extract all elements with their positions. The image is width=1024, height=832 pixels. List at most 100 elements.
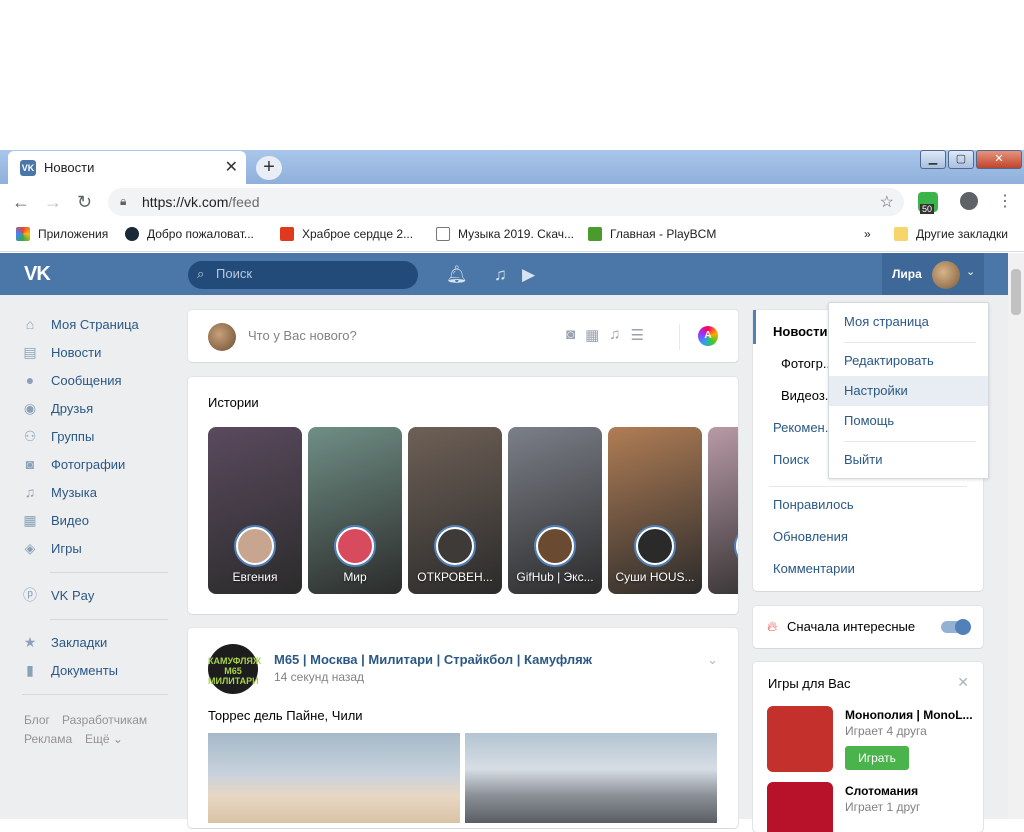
story-item[interactable]: Евгения bbox=[208, 427, 302, 594]
close-icon[interactable]: ✕ bbox=[957, 674, 969, 691]
playbcm-icon bbox=[588, 227, 602, 241]
menu-item-logout[interactable]: Выйти bbox=[829, 445, 988, 475]
post-image[interactable] bbox=[208, 733, 460, 823]
story-item[interactable]: ОТКРОВЕН... bbox=[408, 427, 502, 594]
friends-icon: ◉ bbox=[23, 400, 37, 416]
url-path: /feed bbox=[228, 194, 260, 210]
post-composer[interactable]: Что у Вас нового? ◙ ▦ ♫ ☰ A bbox=[188, 310, 738, 362]
tab-close-icon[interactable]: ✕ bbox=[225, 157, 238, 177]
menu-item-edit[interactable]: Редактировать bbox=[829, 346, 988, 376]
play-button[interactable]: Играть bbox=[845, 746, 909, 770]
browser-tab[interactable]: VK Новости ✕ bbox=[8, 151, 246, 184]
close-window-button[interactable]: ✕ bbox=[976, 150, 1022, 169]
bookmark-playbcm[interactable]: Главная - PlayBCM bbox=[588, 227, 716, 241]
browser-menu-icon[interactable]: ⋮ bbox=[997, 191, 1013, 211]
account-icon[interactable] bbox=[960, 192, 978, 210]
menu-item-my-page[interactable]: Моя страница bbox=[829, 307, 988, 337]
interesting-first-label: Сначала интересные bbox=[787, 619, 916, 634]
post-image[interactable] bbox=[465, 733, 717, 823]
menu-item-help[interactable]: Помощь bbox=[829, 406, 988, 436]
game-friends: Играет 1 друг bbox=[845, 800, 921, 814]
address-bar[interactable]: 🔒︎ https://vk.com/feed ☆ bbox=[108, 188, 904, 216]
sidebar-item-documents[interactable]: ▮ Документы bbox=[22, 662, 118, 678]
notifications-bell-icon[interactable]: 🔔︎ bbox=[446, 265, 468, 285]
bookmark-star-icon[interactable]: ☆ bbox=[880, 192, 894, 212]
user-menu-toggle[interactable]: Лира ⌄ bbox=[882, 253, 984, 295]
story-avatar bbox=[734, 525, 738, 567]
story-item[interactable]: Псих bbox=[708, 427, 738, 594]
video-icon[interactable]: ▦ bbox=[585, 326, 599, 344]
game-name[interactable]: Слотомания bbox=[845, 784, 918, 798]
play-icon[interactable]: ▶ bbox=[522, 265, 535, 285]
sidebar-item-games[interactable]: ◈ Игры bbox=[22, 540, 82, 556]
sidebar-item-vkpay[interactable]: ⓟ VK Pay bbox=[22, 587, 94, 603]
filter-comments[interactable]: Комментарии bbox=[773, 561, 855, 576]
sidebar-item-video[interactable]: ▦ Видео bbox=[22, 512, 89, 528]
story-item[interactable]: Суши HOUS... bbox=[608, 427, 702, 594]
filter-liked[interactable]: Понравилось bbox=[773, 497, 854, 512]
post-menu-chevron-icon[interactable]: ⌄ bbox=[707, 652, 718, 668]
interesting-first-toggle[interactable] bbox=[941, 619, 971, 635]
sidebar-item-my-page[interactable]: ⌂ Моя Страница bbox=[22, 316, 139, 332]
new-tab-button[interactable]: + bbox=[256, 156, 282, 180]
bookmark-music[interactable]: Музыка 2019. Скач... bbox=[436, 227, 574, 241]
footer-ads-link[interactable]: Реклама bbox=[24, 732, 72, 746]
story-camera-icon[interactable]: A bbox=[698, 326, 718, 346]
filter-search[interactable]: Поиск bbox=[773, 452, 809, 467]
post-author-avatar[interactable]: КАМУФЛЯЖ М65 МИЛИТАРИ bbox=[208, 644, 261, 694]
sidebar-item-bookmarks[interactable]: ★ Закладки bbox=[22, 634, 108, 650]
more-bookmarks-button[interactable]: » bbox=[864, 227, 871, 241]
user-dropdown-menu: Моя страница Редактировать Настройки Пом… bbox=[828, 302, 989, 479]
scrollbar[interactable] bbox=[1008, 253, 1024, 819]
sidebar-item-messages[interactable]: ● Сообщения bbox=[22, 372, 122, 388]
filter-news[interactable]: Новости bbox=[773, 324, 828, 339]
story-item[interactable]: Мир bbox=[308, 427, 402, 594]
bookmark-braveheart[interactable]: Храброе сердце 2... bbox=[280, 227, 413, 241]
game-name[interactable]: Монополия | MonoL... bbox=[845, 708, 973, 722]
post-text: Торрес дель Пайне, Чили bbox=[208, 708, 363, 723]
footer-more-link[interactable]: Ещё ⌄ bbox=[85, 732, 123, 746]
game-friends: Играет 4 друга bbox=[845, 724, 927, 738]
extension-badge: 50 bbox=[920, 204, 935, 214]
filter-photos[interactable]: Фотогр... bbox=[781, 356, 834, 371]
bookmark-steam[interactable]: Добро пожаловат... bbox=[125, 227, 254, 241]
other-bookmarks[interactable]: Другие закладки bbox=[894, 227, 1008, 241]
menu-item-settings[interactable]: Настройки bbox=[829, 376, 988, 406]
sidebar-item-friends[interactable]: ◉ Друзья bbox=[22, 400, 93, 416]
music-note-icon[interactable]: ♫ bbox=[494, 265, 507, 285]
sidebar-item-news[interactable]: ▤ Новости bbox=[22, 344, 101, 360]
music-icon[interactable]: ♫ bbox=[609, 326, 620, 344]
extension-shield-icon[interactable]: 50 bbox=[918, 192, 938, 214]
sidebar-item-groups[interactable]: ⚇ Группы bbox=[22, 428, 95, 444]
filter-updates[interactable]: Обновления bbox=[773, 529, 848, 544]
filter-recommendations[interactable]: Рекомен... bbox=[773, 420, 836, 435]
game-thumbnail[interactable] bbox=[767, 782, 833, 832]
vkpay-icon: ⓟ bbox=[23, 587, 37, 603]
maximize-button[interactable]: ▢ bbox=[948, 150, 974, 169]
search-box[interactable]: ⌕ bbox=[188, 261, 418, 289]
composer-placeholder[interactable]: Что у Вас нового? bbox=[248, 328, 357, 343]
scrollbar-thumb[interactable] bbox=[1011, 269, 1021, 315]
bookmark-apps[interactable]: Приложения bbox=[16, 227, 108, 241]
game-thumbnail[interactable] bbox=[767, 706, 833, 772]
minimize-button[interactable]: ▁ bbox=[920, 150, 946, 169]
reload-icon[interactable]: ↻ bbox=[77, 192, 92, 213]
apps-grid-icon bbox=[16, 227, 30, 241]
footer-blog-link[interactable]: Блог bbox=[24, 713, 50, 727]
camera-icon[interactable]: ◙ bbox=[566, 326, 575, 344]
story-item[interactable]: GifHub | Экс... bbox=[508, 427, 602, 594]
post-time[interactable]: 14 секунд назад bbox=[274, 670, 364, 684]
sidebar-item-photos[interactable]: ◙ Фотографии bbox=[22, 456, 126, 472]
star-icon: ★ bbox=[23, 634, 37, 650]
forward-icon[interactable]: → bbox=[44, 192, 62, 213]
camera-icon: ◙ bbox=[25, 456, 35, 472]
page-icon bbox=[436, 227, 450, 241]
text-format-icon[interactable]: ☰ bbox=[631, 326, 644, 344]
post-author-link[interactable]: М65 | Москва | Милитари | Страйкбол | Ка… bbox=[274, 652, 592, 667]
search-input[interactable] bbox=[216, 266, 406, 281]
vk-logo[interactable]: VK bbox=[24, 263, 56, 285]
footer-developers-link[interactable]: Разработчикам bbox=[62, 713, 147, 727]
sidebar-item-music[interactable]: ♫ Музыка bbox=[22, 484, 97, 500]
gamepad-icon: ◈ bbox=[24, 540, 36, 556]
back-icon[interactable]: ← bbox=[12, 192, 30, 213]
